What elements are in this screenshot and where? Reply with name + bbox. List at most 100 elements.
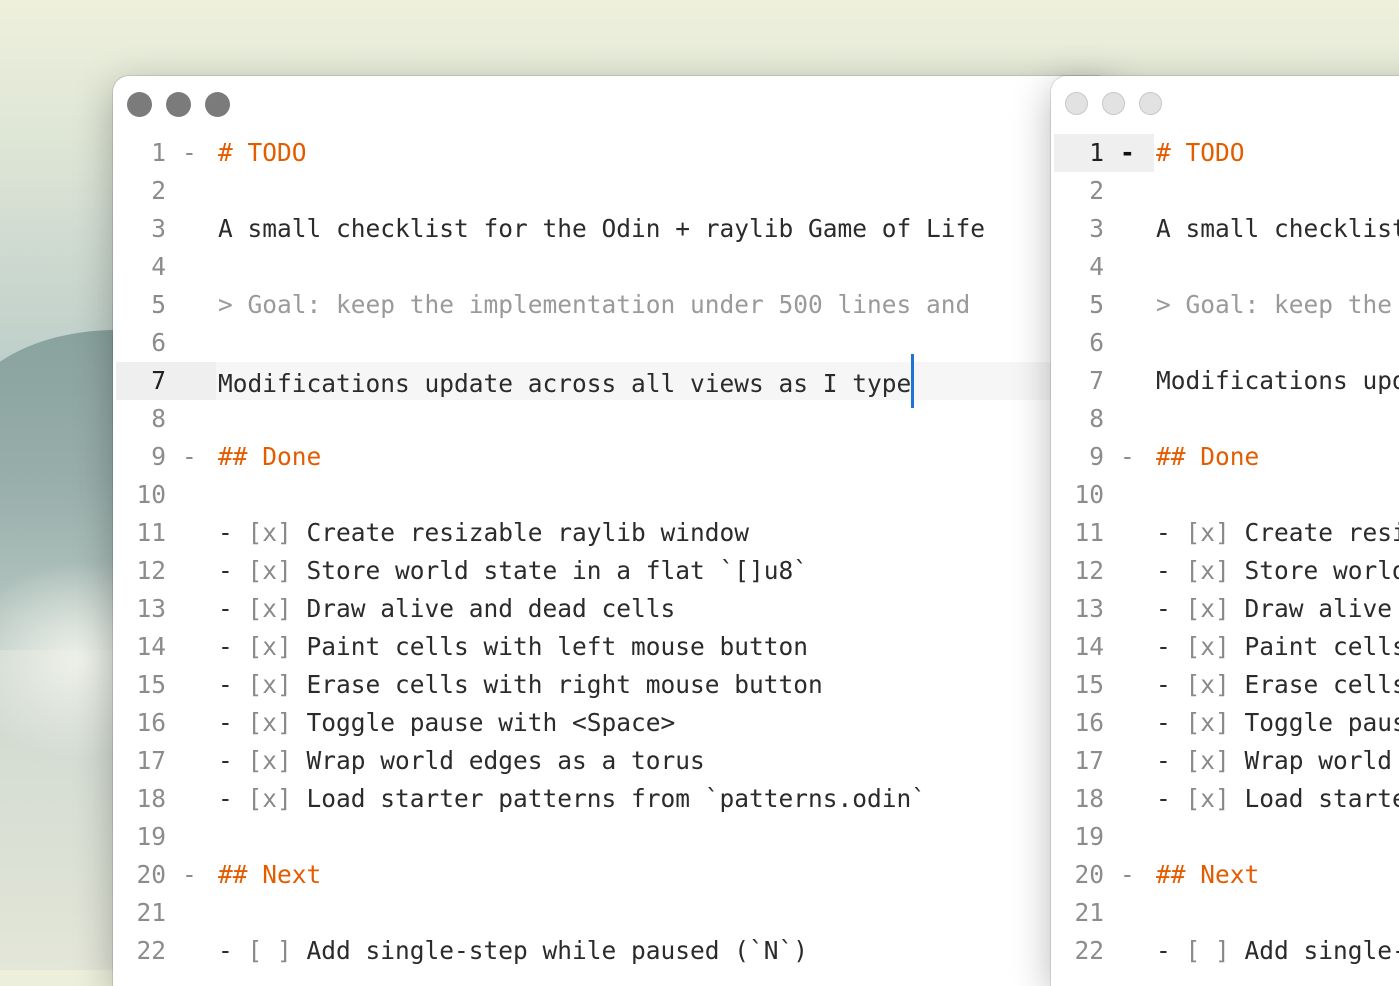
text-editor[interactable]: 1-# TODO 2 3A small checklist for the Odin… — [113, 134, 1113, 986]
editor-line[interactable]: 21 — [113, 894, 1113, 932]
editor-line[interactable]: 7 Modifications update across all views a… — [1051, 362, 1399, 400]
task-checkbox[interactable]: [x] — [248, 632, 292, 661]
line-number: 1 — [151, 138, 166, 167]
editor-line[interactable]: 11- [x] Create resizable raylib window — [1051, 514, 1399, 552]
list-bullet: - — [1156, 632, 1186, 661]
task-checkbox[interactable]: [x] — [248, 708, 292, 737]
editor-line[interactable]: 9- ## Done — [1051, 438, 1399, 476]
fold-toggle-icon[interactable]: - — [1120, 438, 1135, 476]
list-bullet: - — [1156, 784, 1186, 813]
task-checkbox[interactable]: [x] — [248, 556, 292, 585]
editor-line[interactable]: 22- [ ] Add single-step while paused (`N… — [113, 932, 1113, 970]
line-number: 11 — [136, 518, 166, 547]
list-bullet: - — [218, 518, 248, 547]
line-text: - [x] Erase cells with right mouse butto… — [216, 666, 1113, 704]
line-number: 5 — [151, 290, 166, 319]
editor-line[interactable]: 4 — [113, 248, 1113, 286]
editor-line[interactable]: 18- [x] Load starter patterns from `patt… — [1051, 780, 1399, 818]
line-gutter: 19 — [1054, 818, 1154, 856]
fold-toggle-icon[interactable]: - — [1120, 856, 1135, 894]
line-text-span: ## Next — [1156, 860, 1260, 889]
editor-line[interactable]: 20- ## Next — [1051, 856, 1399, 894]
line-number: 8 — [1089, 404, 1104, 433]
editor-line[interactable]: 18- [x] Load starter patterns from `patt… — [113, 780, 1113, 818]
task-checkbox[interactable]: [x] — [248, 784, 292, 813]
line-text-span: Modifications update across all views as… — [218, 369, 912, 398]
task-checkbox[interactable]: [x] — [248, 670, 292, 699]
task-checkbox[interactable]: [ ] — [248, 936, 292, 965]
editor-line[interactable]: 11- [x] Create resizable raylib window — [113, 514, 1113, 552]
line-gutter: 22 — [116, 932, 216, 970]
editor-line[interactable]: 19 — [113, 818, 1113, 856]
fold-toggle-icon[interactable]: - — [182, 438, 197, 476]
task-checkbox[interactable]: [x] — [1186, 518, 1230, 547]
list-bullet: - — [218, 746, 248, 775]
editor-line[interactable]: 8 — [1051, 400, 1399, 438]
line-number: 16 — [136, 708, 166, 737]
editor-line[interactable]: 15- [x] Erase cells with right mouse but… — [113, 666, 1113, 704]
editor-line[interactable]: 12- [x] Store world state in a flat `[]u… — [113, 552, 1113, 590]
editor-line[interactable]: 5 > Goal: keep the implementation under 5… — [113, 286, 1113, 324]
editor-line[interactable]: 8 — [113, 400, 1113, 438]
list-bullet: - — [218, 670, 248, 699]
editor-line[interactable]: 10 — [113, 476, 1113, 514]
task-checkbox[interactable]: [x] — [248, 746, 292, 775]
editor-line[interactable]: 6 — [113, 324, 1113, 362]
line-gutter: 12 — [116, 552, 216, 590]
editor-line[interactable]: 14- [x] Paint cells with left mouse butt… — [1051, 628, 1399, 666]
task-checkbox[interactable]: [x] — [1186, 594, 1230, 623]
task-checkbox[interactable]: [x] — [1186, 746, 1230, 775]
line-number: 2 — [151, 176, 166, 205]
line-text: - [x] Load starter patterns from `patter… — [1154, 780, 1399, 818]
minimize-button[interactable] — [166, 92, 191, 117]
editor-line[interactable]: 12- [x] Store world state in a flat `[]u… — [1051, 552, 1399, 590]
editor-line[interactable]: 14- [x] Paint cells with left mouse butt… — [113, 628, 1113, 666]
task-text: Erase cells with right mouse button — [1244, 670, 1399, 699]
editor-line[interactable]: 13- [x] Draw alive and dead cells — [113, 590, 1113, 628]
minimize-button[interactable] — [1102, 92, 1125, 115]
list-bullet: - — [218, 708, 248, 737]
editor-line[interactable]: 13- [x] Draw alive and dead cells — [1051, 590, 1399, 628]
editor-line[interactable]: 10 — [1051, 476, 1399, 514]
task-checkbox[interactable]: [x] — [1186, 670, 1230, 699]
editor-line[interactable]: 20- ## Next — [113, 856, 1113, 894]
close-button[interactable] — [1065, 92, 1088, 115]
fold-toggle-icon[interactable]: - — [1120, 134, 1135, 172]
zoom-button[interactable] — [205, 92, 230, 117]
editor-line[interactable]: 16- [x] Toggle pause with <Space> — [1051, 704, 1399, 742]
task-checkbox[interactable]: [x] — [248, 518, 292, 547]
window-controls — [127, 92, 230, 117]
zoom-button[interactable] — [1139, 92, 1162, 115]
line-gutter: 17 — [116, 742, 216, 780]
editor-line[interactable]: 2 — [1051, 172, 1399, 210]
task-checkbox[interactable]: [ ] — [1186, 936, 1230, 965]
fold-toggle-icon[interactable]: - — [182, 856, 197, 894]
editor-line[interactable]: 5 > Goal: keep the implementation under 5… — [1051, 286, 1399, 324]
editor-line[interactable]: 17- [x] Wrap world edges as a torus — [113, 742, 1113, 780]
fold-toggle-icon[interactable]: - — [182, 134, 197, 172]
editor-line[interactable]: 17- [x] Wrap world edges as a torus — [1051, 742, 1399, 780]
editor-line[interactable]: 16 - [x] Toggle pause with <Space> — [113, 704, 1113, 742]
editor-line[interactable]: 3 A small checklist for the Odin + raylib… — [1051, 210, 1399, 248]
editor-line[interactable]: 4 — [1051, 248, 1399, 286]
task-text: Toggle pause with <Space> — [291, 708, 676, 737]
task-checkbox[interactable]: [x] — [1186, 632, 1230, 661]
task-checkbox[interactable]: [x] — [1186, 556, 1230, 585]
editor-line[interactable]: 22- [ ] Add single-step while paused (`N… — [1051, 932, 1399, 970]
editor-line[interactable]: 6 — [1051, 324, 1399, 362]
editor-line[interactable]: 21 — [1051, 894, 1399, 932]
close-button[interactable] — [127, 92, 152, 117]
editor-line[interactable]: 1- # TODO — [1051, 134, 1399, 172]
editor-line[interactable]: 3 A small checklist for the Odin + raylib… — [113, 210, 1113, 248]
task-checkbox[interactable]: [x] — [1186, 784, 1230, 813]
editor-line[interactable]: 7 Modifications update across all views a… — [113, 354, 1113, 408]
task-checkbox[interactable]: [x] — [248, 594, 292, 623]
editor-line[interactable]: 19 — [1051, 818, 1399, 856]
editor-line[interactable]: 15- [x] Erase cells with right mouse but… — [1051, 666, 1399, 704]
line-text — [1154, 400, 1399, 438]
task-checkbox[interactable]: [x] — [1186, 708, 1230, 737]
editor-line[interactable]: 9- ## Done — [113, 438, 1113, 476]
editor-line[interactable]: 2 — [113, 172, 1113, 210]
editor-line[interactable]: 1- # TODO — [113, 134, 1113, 172]
text-editor[interactable]: 1-# TODO23A small checklist for the Odin… — [1051, 134, 1399, 986]
